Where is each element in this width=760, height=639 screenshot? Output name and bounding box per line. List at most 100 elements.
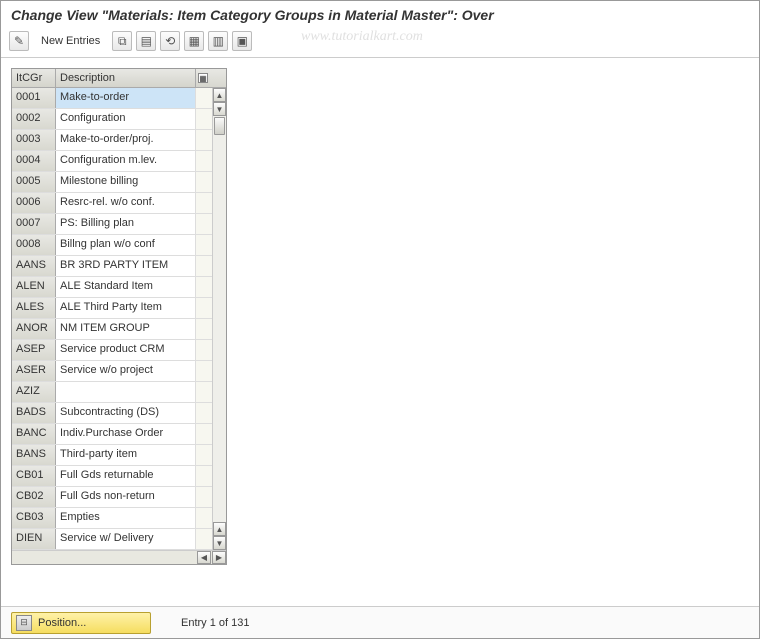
cell-code[interactable]: 0006: [12, 193, 56, 213]
delete-icon[interactable]: ▣: [232, 31, 252, 51]
cell-code[interactable]: CB03: [12, 508, 56, 528]
table-row[interactable]: 0002Configuration: [12, 109, 212, 130]
cell-desc[interactable]: Configuration: [56, 109, 196, 129]
cell-desc[interactable]: Full Gds returnable: [56, 466, 196, 486]
table-row[interactable]: BANCIndiv.Purchase Order: [12, 424, 212, 445]
grid-header: ItCGr Description ▦: [12, 69, 226, 88]
table-row[interactable]: ASERService w/o project: [12, 361, 212, 382]
cell-desc[interactable]: Service product CRM: [56, 340, 196, 360]
table-settings-icon[interactable]: ▦: [198, 73, 208, 83]
table-row[interactable]: 0008Billng plan w/o conf: [12, 235, 212, 256]
table-row[interactable]: BADSSubcontracting (DS): [12, 403, 212, 424]
cell-code[interactable]: BANC: [12, 424, 56, 444]
cell-desc[interactable]: Subcontracting (DS): [56, 403, 196, 423]
cell-desc[interactable]: Full Gds non-return: [56, 487, 196, 507]
cell-code[interactable]: ALES: [12, 298, 56, 318]
cell-desc[interactable]: Make-to-order: [56, 88, 196, 108]
scroll-right-icon[interactable]: ▶: [212, 551, 226, 564]
cell-desc[interactable]: Make-to-order/proj.: [56, 130, 196, 150]
content-area: ItCGr Description ▦ 0001Make-to-order000…: [1, 58, 759, 575]
table-row[interactable]: AZIZ: [12, 382, 212, 403]
table-row[interactable]: ANORNM ITEM GROUP: [12, 319, 212, 340]
page-title: Change View "Materials: Item Category Gr…: [1, 1, 759, 27]
cell-desc[interactable]: ALE Standard Item: [56, 277, 196, 297]
cell-desc[interactable]: ALE Third Party Item: [56, 298, 196, 318]
cell-desc[interactable]: Billng plan w/o conf: [56, 235, 196, 255]
cell-desc[interactable]: Empties: [56, 508, 196, 528]
watermark: www.tutorialkart.com: [301, 29, 423, 45]
cell-code[interactable]: ASEP: [12, 340, 56, 360]
table-row[interactable]: ASEPService product CRM: [12, 340, 212, 361]
cell-desc[interactable]: Service w/o project: [56, 361, 196, 381]
cell-code[interactable]: 0004: [12, 151, 56, 171]
footer: ⊟ Position... Entry 1 of 131: [1, 606, 759, 638]
deselect-all-icon[interactable]: ▥: [208, 31, 228, 51]
cell-code[interactable]: AANS: [12, 256, 56, 276]
table-row[interactable]: CB03Empties: [12, 508, 212, 529]
select-all-icon[interactable]: ▦: [184, 31, 204, 51]
cell-code[interactable]: 0005: [12, 172, 56, 192]
new-entries-button[interactable]: New Entries: [35, 31, 106, 51]
cell-code[interactable]: 0002: [12, 109, 56, 129]
cell-desc[interactable]: PS: Billing plan: [56, 214, 196, 234]
table-row[interactable]: CB01Full Gds returnable: [12, 466, 212, 487]
cell-desc[interactable]: Service w/ Delivery: [56, 529, 196, 549]
toggle-icon[interactable]: ✎: [9, 31, 29, 51]
table-row[interactable]: 0005Milestone billing: [12, 172, 212, 193]
cell-desc[interactable]: NM ITEM GROUP: [56, 319, 196, 339]
position-button[interactable]: ⊟ Position...: [11, 612, 151, 634]
scroll-down-small-icon[interactable]: ▼: [213, 102, 226, 116]
table-row[interactable]: CB02Full Gds non-return: [12, 487, 212, 508]
cell-code[interactable]: CB02: [12, 487, 56, 507]
table-row[interactable]: BANSThird-party item: [12, 445, 212, 466]
scroll-down-icon[interactable]: ▼: [213, 536, 226, 550]
scroll-up-icon[interactable]: ▲: [213, 88, 226, 102]
cell-code[interactable]: BANS: [12, 445, 56, 465]
table-row[interactable]: 0004Configuration m.lev.: [12, 151, 212, 172]
cell-code[interactable]: 0001: [12, 88, 56, 108]
cell-code[interactable]: 0008: [12, 235, 56, 255]
toolbar: ✎ New Entries ⧉ ▤ ⟲ ▦ ▥ ▣ www.tutorialka…: [1, 27, 759, 58]
vertical-scrollbar[interactable]: ▲ ▼ ▲ ▼: [212, 88, 226, 550]
data-grid: ItCGr Description ▦ 0001Make-to-order000…: [11, 68, 227, 565]
cell-code[interactable]: AZIZ: [12, 382, 56, 402]
horizontal-scrollbar[interactable]: ◀ ▶: [12, 550, 226, 564]
cell-desc[interactable]: Resrc-rel. w/o conf.: [56, 193, 196, 213]
cell-code[interactable]: ANOR: [12, 319, 56, 339]
cell-desc[interactable]: Configuration m.lev.: [56, 151, 196, 171]
grid-body: 0001Make-to-order0002Configuration0003Ma…: [12, 88, 226, 550]
table-row[interactable]: ALENALE Standard Item: [12, 277, 212, 298]
entry-status: Entry 1 of 131: [181, 617, 250, 629]
cell-code[interactable]: BADS: [12, 403, 56, 423]
cell-desc[interactable]: BR 3RD PARTY ITEM: [56, 256, 196, 276]
scroll-left-icon[interactable]: ◀: [197, 551, 211, 564]
table-row[interactable]: 0007PS: Billing plan: [12, 214, 212, 235]
scroll-up-small-icon[interactable]: ▲: [213, 522, 226, 536]
cell-code[interactable]: 0003: [12, 130, 56, 150]
table-row[interactable]: AANSBR 3RD PARTY ITEM: [12, 256, 212, 277]
copy-icon[interactable]: ⧉: [112, 31, 132, 51]
column-config[interactable]: ▦: [196, 69, 210, 87]
column-header-desc[interactable]: Description: [56, 69, 196, 87]
undo-icon[interactable]: ⟲: [160, 31, 180, 51]
table-row[interactable]: ALESALE Third Party Item: [12, 298, 212, 319]
cell-desc[interactable]: [56, 382, 196, 402]
position-icon: ⊟: [16, 615, 32, 631]
cell-code[interactable]: ASER: [12, 361, 56, 381]
column-header-code[interactable]: ItCGr: [12, 69, 56, 87]
scroll-thumb[interactable]: [214, 117, 225, 135]
cell-code[interactable]: DIEN: [12, 529, 56, 549]
cell-code[interactable]: 0007: [12, 214, 56, 234]
table-row[interactable]: 0003Make-to-order/proj.: [12, 130, 212, 151]
table-row[interactable]: 0006Resrc-rel. w/o conf.: [12, 193, 212, 214]
save-icon[interactable]: ▤: [136, 31, 156, 51]
cell-desc[interactable]: Milestone billing: [56, 172, 196, 192]
cell-desc[interactable]: Third-party item: [56, 445, 196, 465]
cell-code[interactable]: CB01: [12, 466, 56, 486]
scroll-track[interactable]: [213, 116, 226, 522]
table-row[interactable]: DIENService w/ Delivery: [12, 529, 212, 550]
position-label: Position...: [38, 617, 86, 629]
cell-code[interactable]: ALEN: [12, 277, 56, 297]
cell-desc[interactable]: Indiv.Purchase Order: [56, 424, 196, 444]
table-row[interactable]: 0001Make-to-order: [12, 88, 212, 109]
